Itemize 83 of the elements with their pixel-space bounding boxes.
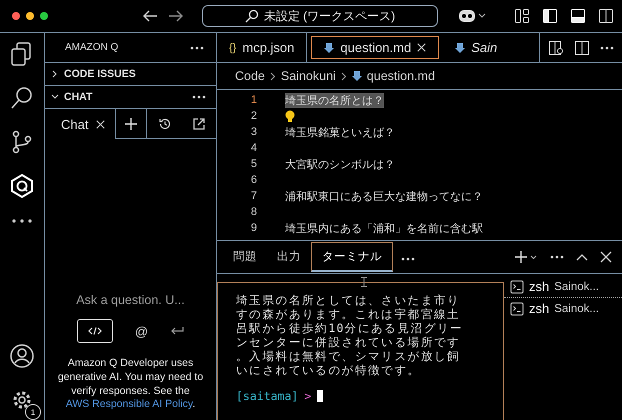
sidebar-title: AMAZON Q: [65, 42, 118, 53]
code-icon: [88, 327, 102, 336]
line-number: 1: [250, 94, 258, 106]
split-editor-icon[interactable]: [574, 40, 590, 56]
code-line: 大宮駅のシンボルは？: [285, 158, 395, 172]
chat-input-field[interactable]: Ask a question. U...: [76, 293, 185, 308]
panel-tab[interactable]: 出力: [267, 243, 311, 271]
section-header[interactable]: CHAT: [64, 91, 188, 103]
minimize-window-button[interactable]: [26, 12, 34, 20]
disclaimer-text: Amazon Q Developer uses generative AI. You may need to verify responses. See the AWS Responsible AI Policy.: [56, 357, 204, 412]
mention-button[interactable]: @: [134, 324, 148, 339]
prompt-directory: [saitama]: [236, 389, 298, 403]
more-tabs-icon[interactable]: [401, 257, 415, 261]
split-view-icon[interactable]: [598, 8, 614, 24]
forward-arrow-icon[interactable]: [168, 9, 184, 23]
back-arrow-icon[interactable]: [142, 9, 158, 23]
breadcrumb-item[interactable]: Code: [235, 69, 265, 83]
breadcrumb-item[interactable]: Sainokuni: [280, 69, 336, 83]
search-icon: [244, 9, 259, 23]
more-actions-icon[interactable]: [190, 46, 204, 50]
close-window-button[interactable]: [12, 12, 20, 20]
prompt-symbol: >: [304, 389, 312, 403]
lightbulb-icon[interactable]: [285, 110, 295, 122]
open-preview-icon[interactable]: [548, 40, 564, 56]
maximize-window-button[interactable]: [40, 12, 48, 20]
terminal-icon: [510, 280, 524, 294]
more-actions-icon[interactable]: [600, 46, 614, 50]
line-number: 6: [250, 174, 258, 186]
plus-icon[interactable]: [124, 116, 138, 130]
new-terminal-icon[interactable]: [514, 250, 538, 264]
more-actions-icon[interactable]: [550, 255, 564, 259]
text-cursor: [317, 390, 324, 402]
more-actions-icon[interactable]: [192, 95, 206, 99]
maximize-panel-icon[interactable]: [576, 253, 588, 261]
chevron-icon: [270, 72, 276, 80]
line-number: 7: [250, 190, 258, 202]
markdown-file-icon: [352, 70, 362, 82]
editor-tab[interactable]: {} mcp.json: [217, 33, 308, 62]
policy-link[interactable]: AWS Responsible AI Policy: [66, 398, 192, 410]
notification-badge: 1: [25, 404, 41, 420]
terminal-output-line: いにされているのが特徴です。: [236, 363, 422, 377]
code-button[interactable]: [76, 319, 113, 344]
text-cursor-icon: [360, 277, 366, 287]
panel-tab[interactable]: 問題: [223, 243, 267, 271]
terminal-output-line: ンセンターに併設されている場所です: [236, 335, 462, 349]
code-line: 埼玉県銘菓といえば？: [285, 126, 395, 140]
section-header[interactable]: CODE ISSUES: [64, 68, 206, 80]
json-file-icon: {}: [229, 42, 236, 54]
editor-tab[interactable]: Sain: [443, 33, 500, 62]
line-number: 4: [250, 142, 258, 154]
line-number: 5: [250, 158, 258, 170]
chevron-icon: [340, 72, 347, 80]
command-search-field[interactable]: 未設定 (ワークスペース): [202, 5, 438, 27]
layout-icon[interactable]: [514, 8, 530, 24]
markdown-file-icon: [455, 42, 466, 54]
breadcrumb-item[interactable]: question.md: [366, 69, 435, 83]
hexagon-icon[interactable]: [9, 173, 35, 199]
terminal-output-line: すの森があります。これは宇都宮線土: [236, 307, 462, 321]
chat-tab[interactable]: Chat: [61, 116, 88, 132]
editor-tab[interactable]: question.md: [311, 36, 440, 59]
open-external-icon[interactable]: [192, 116, 206, 130]
markdown-file-icon: [324, 42, 334, 54]
toggle-panel-icon[interactable]: [570, 8, 586, 24]
line-number: 2: [250, 110, 258, 122]
enter-icon[interactable]: [170, 326, 184, 336]
close-icon[interactable]: [96, 120, 106, 128]
terminal-output-line: 埼玉県の名所としては、さいたま市り: [236, 293, 462, 307]
close-icon[interactable]: [417, 43, 426, 52]
terminal-list-item[interactable]: zsh Sainok...: [504, 276, 622, 298]
terminal-list-item[interactable]: zsh Sainok...: [504, 298, 622, 320]
close-icon[interactable]: [600, 251, 612, 263]
line-number: 9: [250, 222, 258, 234]
line-number: 8: [250, 206, 258, 218]
account-icon[interactable]: [9, 343, 35, 369]
history-icon[interactable]: [158, 116, 172, 130]
line-number: 3: [250, 126, 258, 138]
terminal-output-line: 呂駅から徒歩約10分にある見沼グリー: [236, 321, 464, 335]
code-line: 埼玉県内にある「浦和」を名前に含む駅: [285, 222, 483, 236]
terminal-output-line: 。入場料は無料で、シマリスが放し飼: [236, 349, 462, 363]
panel-tab[interactable]: ターミナル: [311, 242, 393, 272]
toggle-sidebar-icon[interactable]: [542, 8, 558, 24]
terminal-icon: [510, 302, 524, 316]
code-line: 浦和駅東口にある巨大な建物ってなに？: [285, 190, 483, 204]
